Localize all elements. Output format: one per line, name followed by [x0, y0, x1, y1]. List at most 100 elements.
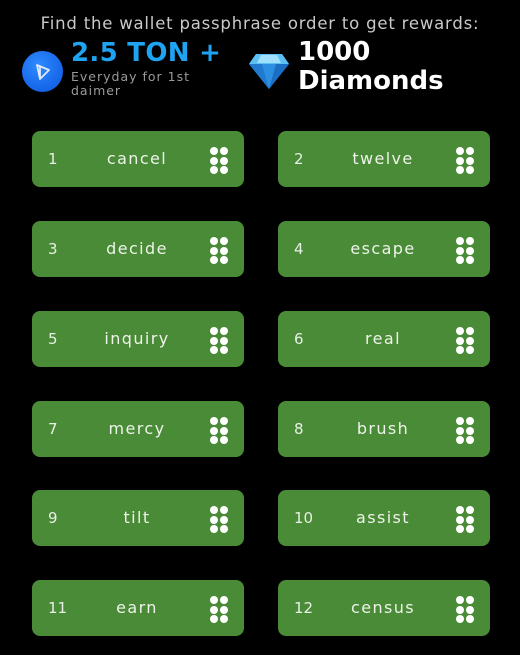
word-card[interactable]: 7 mercy	[32, 401, 244, 457]
drag-dot	[466, 596, 474, 604]
drag-dot	[220, 515, 228, 524]
word-card[interactable]: 6 real	[278, 311, 490, 367]
drag-dot	[466, 615, 474, 623]
drag-dot	[456, 506, 464, 514]
drag-dot	[210, 147, 218, 155]
drag-dot	[456, 525, 464, 533]
drag-dot	[456, 336, 464, 345]
drag-dot	[220, 166, 228, 174]
drag-handle-icon[interactable]	[456, 327, 474, 354]
drag-dot	[220, 506, 228, 514]
word-label: earn	[116, 598, 158, 617]
drag-dot	[456, 515, 464, 524]
drag-dot	[466, 256, 474, 264]
drag-dot	[220, 436, 228, 444]
drag-dot	[466, 166, 474, 174]
word-card[interactable]: 12 census	[278, 580, 490, 636]
drag-dot	[220, 327, 228, 335]
drag-dot	[466, 346, 474, 354]
word-card[interactable]: 4 escape	[278, 221, 490, 277]
drag-dot	[466, 417, 474, 425]
drag-dot	[466, 436, 474, 444]
word-label: tilt	[123, 508, 151, 527]
drag-dot	[220, 346, 228, 354]
drag-handle-icon[interactable]	[456, 147, 474, 174]
drag-dot	[220, 605, 228, 614]
drag-handle-icon[interactable]	[456, 417, 474, 444]
drag-handle-icon[interactable]	[210, 237, 228, 264]
drag-dot	[220, 256, 228, 264]
drag-dot	[466, 237, 474, 245]
word-card[interactable]: 10 assist	[278, 490, 490, 546]
drag-handle-icon[interactable]	[210, 506, 228, 533]
drag-dot	[210, 336, 218, 345]
drag-dot	[456, 256, 464, 264]
drag-handle-icon[interactable]	[210, 147, 228, 174]
drag-dot	[220, 156, 228, 165]
drag-dot	[456, 246, 464, 255]
word-card[interactable]: 3 decide	[32, 221, 244, 277]
word-index: 9	[48, 509, 58, 527]
drag-handle-icon[interactable]	[210, 596, 228, 623]
drag-dot	[456, 596, 464, 604]
word-card[interactable]: 9 tilt	[32, 490, 244, 546]
drag-dot	[210, 237, 218, 245]
word-index: 7	[48, 420, 58, 438]
drag-handle-icon[interactable]	[210, 417, 228, 444]
drag-dot	[220, 596, 228, 604]
drag-dot	[210, 426, 218, 435]
drag-dot	[210, 256, 218, 264]
drag-dot	[210, 346, 218, 354]
word-card[interactable]: 8 brush	[278, 401, 490, 457]
drag-dot	[456, 417, 464, 425]
drag-dot	[220, 246, 228, 255]
drag-dot	[210, 436, 218, 444]
drag-dot	[210, 166, 218, 174]
drag-dot	[210, 605, 218, 614]
drag-handle-icon[interactable]	[456, 237, 474, 264]
word-index: 2	[294, 150, 304, 168]
drag-dot	[210, 246, 218, 255]
word-card[interactable]: 11 earn	[32, 580, 244, 636]
word-card[interactable]: 2 twelve	[278, 131, 490, 187]
drag-dot	[210, 327, 218, 335]
word-label: cancel	[106, 149, 168, 168]
drag-dot	[220, 426, 228, 435]
drag-handle-icon[interactable]	[456, 506, 474, 533]
word-index: 8	[294, 420, 304, 438]
ton-reward-amount: 2.5 TON +	[71, 38, 222, 68]
drag-dot	[220, 525, 228, 533]
drag-dot	[210, 515, 218, 524]
word-label: census	[351, 598, 415, 617]
drag-dot	[456, 327, 464, 335]
ton-logo-icon	[22, 51, 63, 92]
diamond-icon	[248, 52, 290, 90]
word-card[interactable]: 5 inquiry	[32, 311, 244, 367]
word-label: decide	[106, 239, 168, 258]
drag-dot	[220, 237, 228, 245]
drag-dot	[466, 426, 474, 435]
drag-dot	[466, 336, 474, 345]
drag-handle-icon[interactable]	[210, 327, 228, 354]
drag-dot	[456, 346, 464, 354]
diamonds-label: Diamonds	[298, 66, 444, 96]
drag-dot	[456, 147, 464, 155]
drag-dot	[456, 605, 464, 614]
drag-dot	[210, 506, 218, 514]
word-index: 12	[294, 599, 314, 617]
drag-dot	[456, 237, 464, 245]
drag-handle-icon[interactable]	[456, 596, 474, 623]
drag-dot	[456, 426, 464, 435]
word-index: 1	[48, 150, 58, 168]
drag-dot	[220, 615, 228, 623]
drag-dot	[466, 525, 474, 533]
drag-dot	[466, 515, 474, 524]
word-label: inquiry	[104, 329, 170, 348]
drag-dot	[456, 615, 464, 623]
headline: Find the wallet passphrase order to get …	[40, 14, 480, 33]
drag-dot	[220, 336, 228, 345]
word-index: 4	[294, 240, 304, 258]
drag-dot	[456, 166, 464, 174]
word-label: real	[365, 329, 401, 348]
word-card[interactable]: 1 cancel	[32, 131, 244, 187]
